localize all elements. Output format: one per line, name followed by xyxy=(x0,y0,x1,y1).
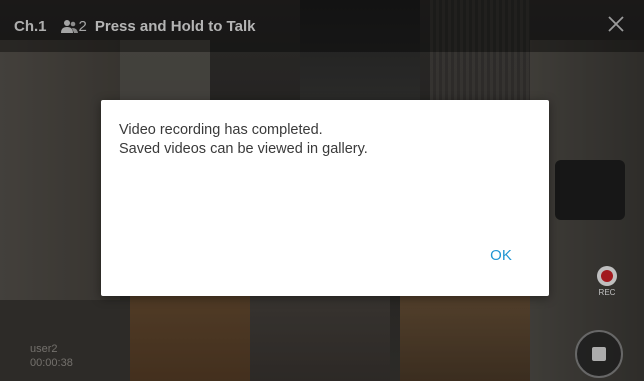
ok-button[interactable]: OK xyxy=(473,242,529,270)
dialog-message: Video recording has completed. Saved vid… xyxy=(119,121,368,159)
dialog-message-line-1: Video recording has completed. xyxy=(119,122,323,138)
dialog-message-line-2: Saved videos can be viewed in gallery. xyxy=(119,141,368,157)
recording-complete-dialog: Video recording has completed. Saved vid… xyxy=(101,100,549,296)
